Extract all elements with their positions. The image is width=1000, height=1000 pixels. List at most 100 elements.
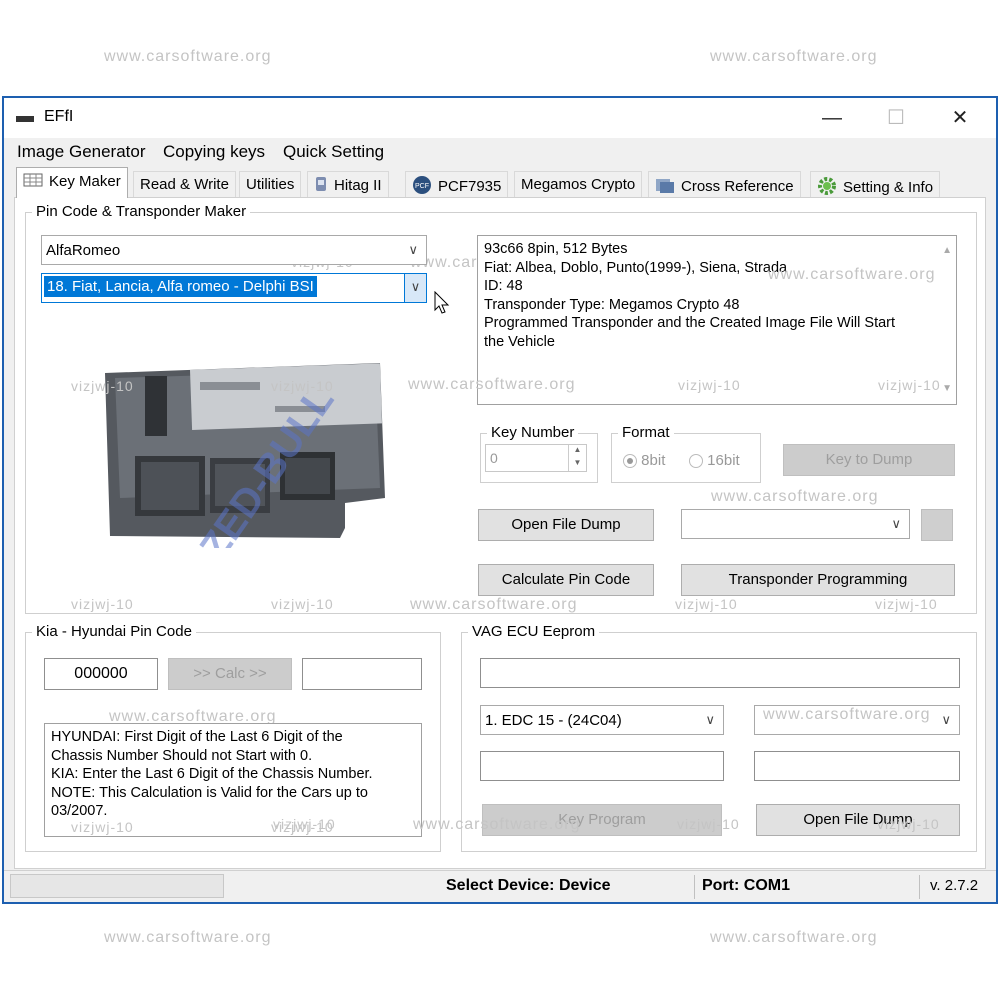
status-divider (919, 875, 920, 899)
watermark-bottom-left: www.carsoftware.org (104, 929, 272, 946)
calc-button[interactable]: >> Calc >> (168, 658, 292, 690)
chevron-down-icon[interactable]: ∨ (404, 274, 426, 302)
format-16bit-label: 16bit (707, 452, 740, 469)
ecu-type-select[interactable]: 1. EDC 15 - (24C04) ∨ (480, 705, 724, 735)
menu-image-generator[interactable]: Image Generator (17, 142, 146, 162)
watermark: vizjwj-10 (675, 596, 738, 612)
group-label: Key Number (487, 424, 579, 441)
tab-cross-reference[interactable]: Cross Reference (648, 171, 801, 197)
info-line: Programmed Transponder and the Created I… (484, 315, 896, 331)
tab-label: Hitag II (334, 176, 382, 194)
watermark: vizjwj-10 (273, 816, 336, 832)
format-16bit-radio[interactable]: 16bit (689, 452, 740, 469)
app-window: EFfI — ☐ ✕ Image Generator Copying keys … (2, 96, 998, 904)
chevron-down-icon: ∨ (408, 242, 418, 257)
watermark: www.carsoftware.org (410, 596, 578, 613)
calculate-pin-code-button[interactable]: Calculate Pin Code (478, 564, 654, 596)
vag-top-field[interactable] (480, 658, 960, 688)
dump-file-select[interactable]: ∨ (681, 509, 910, 539)
watermark: vizjwj-10 (271, 596, 334, 612)
tab-hitag-ii[interactable]: Hitag II (307, 171, 389, 197)
ecu-info-box[interactable]: 93c66 8pin, 512 Bytes Fiat: Albea, Doblo… (408, 235, 957, 405)
tab-pcf7935[interactable]: PCF PCF7935 (405, 171, 509, 198)
kia-pin-value: 000000 (74, 665, 128, 682)
group-label: Pin Code & Transponder Maker (32, 203, 251, 220)
close-icon[interactable]: ✕ (940, 104, 980, 132)
info-line: HYUNDAI: First Digit of the Last 6 Digit… (51, 729, 343, 745)
vag-right-field[interactable] (754, 751, 960, 781)
radio-selected-icon (623, 454, 637, 469)
info-line: KIA: Enter the Last 6 Digit of the Chass… (51, 766, 373, 782)
ecu-type-value: 1. EDC 15 - (24C04) (485, 712, 622, 729)
cross-reference-icon (655, 176, 675, 198)
svg-text:PCF: PCF (415, 183, 429, 190)
stepper-up-icon[interactable]: ▲ (568, 445, 586, 458)
watermark: www.carsoftware.org (768, 266, 936, 283)
key-maker-icon (23, 172, 43, 192)
watermark: vizjwj-10 (878, 377, 941, 393)
watermark: vizjwj-10 (678, 377, 741, 393)
info-line: Chassis Number Should not Start with 0. (51, 747, 313, 764)
watermark-top-left: www.carsoftware.org (104, 48, 272, 65)
group-label: Kia - Hyundai Pin Code (32, 623, 196, 640)
info-line: NOTE: This Calculation is Valid for the … (51, 784, 368, 801)
kia-result-field[interactable] (302, 658, 422, 690)
transponder-programming-button[interactable]: Transponder Programming (681, 564, 955, 596)
tab-utilities[interactable]: Utilities (239, 171, 302, 197)
tab-bar: Key Maker Read & Write Utilities Hitag I… (4, 164, 996, 198)
scroll-up-icon[interactable]: ▲ (942, 242, 952, 261)
group-label: Format (618, 424, 674, 441)
tab-read-write[interactable]: Read & Write (133, 171, 236, 197)
stepper-down-icon[interactable]: ▼ (568, 458, 586, 471)
hitag-icon (314, 176, 328, 196)
vag-left-field[interactable] (480, 751, 724, 781)
status-divider (694, 875, 695, 899)
watermark: vizjwj-10 (71, 819, 134, 835)
chevron-down-icon: ∨ (891, 516, 901, 531)
watermark: vizjwj-10 (677, 816, 740, 832)
menu-quick-setting[interactable]: Quick Setting (283, 142, 384, 162)
chevron-down-icon: ∨ (705, 712, 715, 727)
group-label: VAG ECU Eeprom (468, 623, 600, 640)
brand-select[interactable]: AlfaRomeo ∨ (41, 235, 427, 265)
status-port: Port: COM1 (702, 877, 790, 894)
info-line: the Vehicle (484, 333, 555, 350)
app-icon (16, 116, 34, 122)
color-indicator (921, 509, 953, 541)
kia-info-box: HYUNDAI: First Digit of the Last 6 Digit… (44, 723, 422, 837)
watermark-top-right: www.carsoftware.org (710, 48, 878, 65)
radio-icon (689, 454, 703, 469)
status-version: v. 2.7.2 (930, 877, 979, 894)
key-to-dump-button[interactable]: Key to Dump (783, 444, 955, 476)
watermark: www.carsoftware.org (763, 706, 931, 723)
ecu-module-image: ZED-BULL (95, 348, 395, 568)
watermark: vizjwj-10 (271, 378, 334, 394)
progress-bar (10, 874, 224, 898)
tab-setting-info[interactable]: Setting & Info (810, 171, 941, 197)
watermark: vizjwj-10 (875, 596, 938, 612)
key-number-stepper[interactable]: 0 ▲ ▼ (485, 444, 587, 472)
scroll-down-icon[interactable]: ▼ (942, 380, 952, 399)
key-maker-page: www.carsoftware.org vizjwj-10 vizjwj-10 … (14, 197, 986, 869)
maximize-icon[interactable]: ☐ (876, 104, 916, 132)
tab-key-maker[interactable]: Key Maker (16, 167, 128, 198)
mouse-pointer-icon (434, 290, 450, 320)
tab-label: Cross Reference (681, 177, 794, 195)
key-number-value: 0 (490, 450, 498, 466)
open-file-dump-button[interactable]: Open File Dump (478, 509, 654, 541)
tab-label: Key Maker (49, 172, 121, 190)
tab-megamos-crypto[interactable]: Megamos Crypto (514, 171, 643, 197)
chevron-down-icon: ∨ (941, 712, 951, 727)
tab-label: PCF7935 (438, 177, 502, 195)
menu-copying-keys[interactable]: Copying keys (163, 142, 265, 162)
model-select[interactable]: 18. Fiat, Lancia, Alfa romeo - Delphi BS… (41, 273, 427, 303)
status-device: Select Device: Device (446, 877, 611, 894)
kia-pin-input[interactable]: 000000 (44, 658, 158, 690)
minimize-icon[interactable]: — (812, 104, 852, 132)
info-line: 93c66 8pin, 512 Bytes (484, 241, 628, 257)
format-8bit-label: 8bit (641, 452, 666, 469)
watermark: vizjwj-10 (877, 816, 940, 832)
pcf-icon: PCF (412, 176, 432, 198)
format-8bit-radio[interactable]: 8bit (623, 452, 665, 469)
status-bar: Select Device: Device Port: COM1 v. 2.7.… (4, 870, 996, 902)
